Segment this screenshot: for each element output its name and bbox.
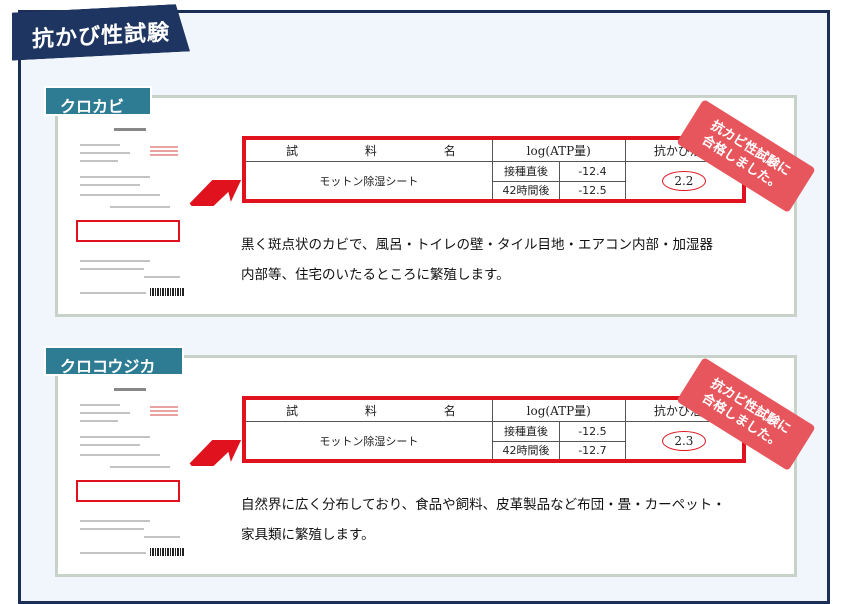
result-table: 試 料 名 log(ATP量) 抗かび活性 モットン除湿シート 接種直後 -12… [242, 396, 746, 463]
page-title: 抗かび性試験 [12, 3, 190, 60]
result-value: 2.3 [674, 433, 694, 448]
test-report-thumbnail [74, 120, 186, 300]
sample-name: モットン除湿シート [243, 421, 493, 462]
log-value: -12.5 [559, 180, 626, 202]
section-label: クロカビ [44, 86, 152, 116]
test-report-thumbnail [74, 380, 186, 560]
description: 自然界に広く分布しており、食品や飼料、皮革製品など布団・畳・カーペット・ 家具類… [241, 497, 726, 543]
arrow-icon [189, 440, 245, 466]
time-label: 42時間後 [491, 180, 561, 202]
arrow-icon [189, 180, 245, 206]
result-table: 試 料 名 log(ATP量) 抗かび活性 モットン除湿シート 接種直後 -12… [242, 136, 746, 203]
header-sample-name: 試 料 名 [243, 137, 493, 163]
thumbnail-highlight-box [76, 480, 180, 502]
description: 黒く斑点状のカビで、風呂・トイレの壁・タイル目地・エアコン内部・加湿器 内部等、… [241, 237, 713, 283]
section-label: クロコウジカビ [44, 346, 184, 400]
log-value: -12.4 [559, 161, 626, 182]
header-log-atp: log(ATP量) [491, 397, 626, 423]
log-value: -12.5 [559, 421, 626, 442]
sample-name: モットン除湿シート [243, 161, 493, 202]
time-label: 接種直後 [491, 421, 561, 442]
header-sample-name: 試 料 名 [243, 397, 493, 423]
log-value: -12.7 [559, 440, 626, 462]
time-label: 接種直後 [491, 161, 561, 182]
time-label: 42時間後 [491, 440, 561, 462]
thumbnail-highlight-box [76, 220, 180, 242]
header-log-atp: log(ATP量) [491, 137, 626, 163]
result-value: 2.2 [674, 173, 694, 188]
